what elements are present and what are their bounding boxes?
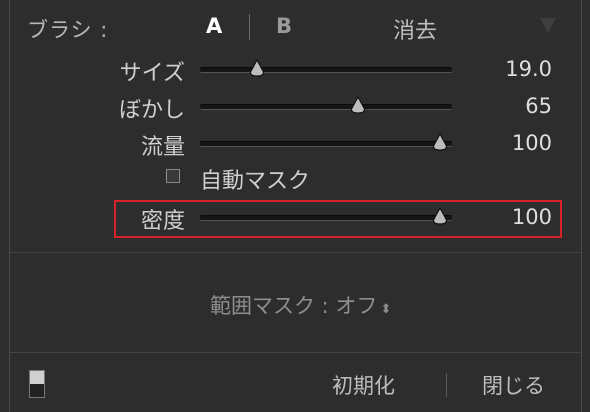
updown-arrow-icon: ⬍ — [380, 302, 392, 317]
flow-slider-track[interactable] — [200, 141, 452, 147]
flow-label: 流量 — [140, 135, 185, 160]
size-label: サイズ — [119, 61, 185, 86]
panel-toggle-icon[interactable] — [29, 370, 45, 398]
feather-slider-track[interactable] — [200, 104, 452, 110]
brush-label: ブラシ : — [27, 18, 109, 42]
section-divider — [10, 252, 581, 253]
density-value[interactable]: 100 — [512, 205, 552, 229]
size-value[interactable]: 19.0 — [505, 57, 552, 81]
auto-mask-checkbox[interactable] — [166, 169, 180, 183]
size-slider-thumb[interactable] — [249, 59, 265, 77]
reset-button[interactable]: 初期化 — [332, 370, 395, 400]
footer-separator — [446, 373, 447, 397]
collapse-triangle-icon[interactable] — [540, 18, 556, 33]
panel-left-border — [9, 0, 10, 412]
close-button[interactable]: 閉じる — [482, 370, 545, 400]
density-slider-track[interactable] — [200, 215, 452, 221]
flow-slider-thumb[interactable] — [432, 133, 448, 151]
brush-panel: ブラシ : A B 消去 サイズ 19.0 ぼかし 65 流量 100 自動マス… — [0, 0, 590, 412]
brush-tab-b[interactable]: B — [276, 14, 292, 38]
brush-tab-a[interactable]: A — [206, 14, 222, 38]
feather-value[interactable]: 65 — [525, 94, 552, 118]
flow-value[interactable]: 100 — [512, 131, 552, 155]
feather-label: ぼかし — [118, 98, 185, 123]
range-mask-label: 範囲マスク : オフ — [210, 294, 378, 318]
auto-mask-label[interactable]: 自動マスク — [200, 163, 310, 195]
footer-divider — [10, 352, 581, 353]
panel-right-border — [581, 0, 582, 412]
tab-separator — [249, 14, 250, 40]
erase-button[interactable]: 消去 — [393, 13, 437, 45]
density-slider-thumb[interactable] — [432, 207, 448, 225]
range-mask-dropdown[interactable]: 範囲マスク : オフ ⬍ — [210, 290, 391, 320]
density-label: 密度 — [140, 209, 185, 234]
feather-slider-thumb[interactable] — [350, 96, 366, 114]
size-slider-track[interactable] — [200, 67, 452, 73]
